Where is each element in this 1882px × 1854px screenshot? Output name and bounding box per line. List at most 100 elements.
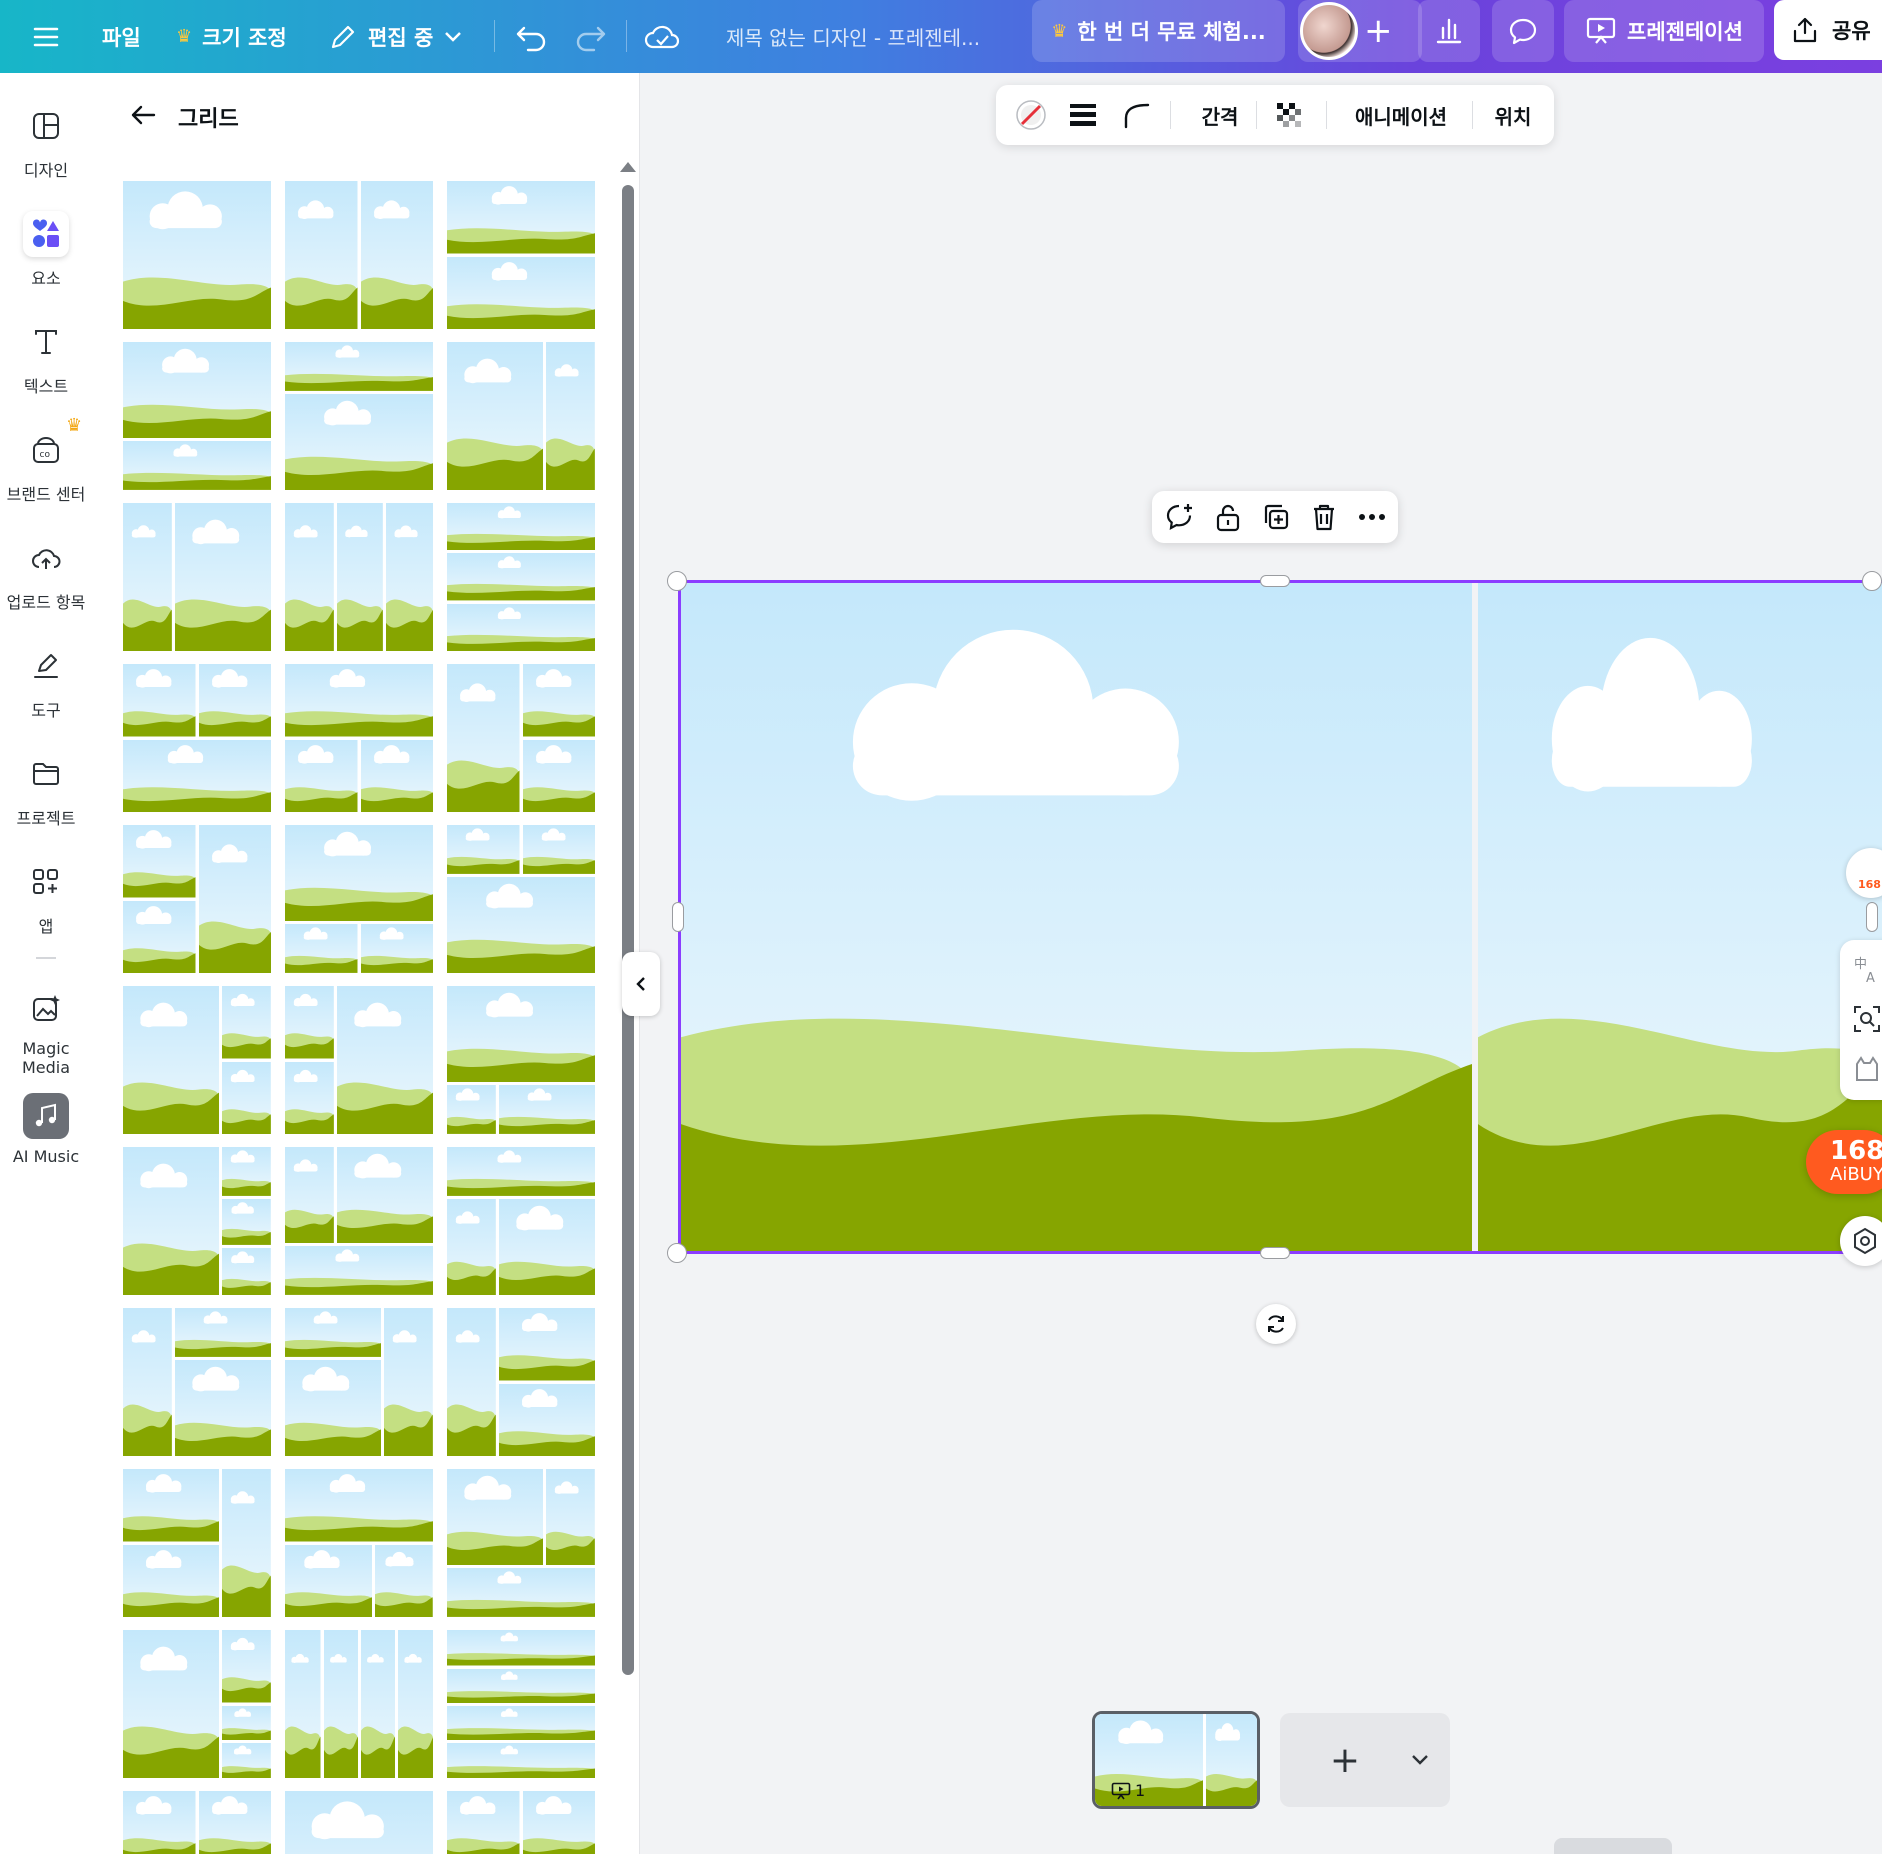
duplicate-button[interactable] [1252, 491, 1300, 543]
grid-cell-preview [123, 181, 271, 329]
rail-item-tools[interactable]: 도구 [0, 643, 92, 721]
arrow-left-icon[interactable] [128, 100, 158, 134]
add-comment-button[interactable] [1156, 491, 1204, 543]
resize-handle-bottom-left[interactable] [667, 1243, 687, 1263]
grid-template-thumbnail[interactable] [123, 1469, 271, 1617]
resize-button[interactable]: ♛ 크기 조정 [176, 0, 287, 73]
grid-template-thumbnail[interactable] [123, 1791, 271, 1854]
grid-template-thumbnail[interactable] [285, 986, 433, 1134]
cloud-save-status[interactable] [644, 0, 680, 73]
grid-template-thumbnail[interactable] [447, 1147, 595, 1295]
file-menu-button[interactable]: 파일 [102, 0, 141, 73]
animation-button[interactable]: 애니메이션 [1340, 85, 1462, 145]
resize-handle-top-right[interactable] [1862, 571, 1882, 591]
grid-template-thumbnail[interactable] [447, 1630, 595, 1778]
insights-button[interactable] [1418, 0, 1480, 62]
spacing-button[interactable]: 간격 [1182, 85, 1258, 145]
design-title[interactable]: 제목 없는 디자인 - 프레젠테... [726, 0, 980, 73]
rail-item-elements[interactable]: 요소 [0, 211, 92, 289]
more-options-button[interactable] [1348, 491, 1396, 543]
rotate-handle[interactable] [1256, 1304, 1296, 1344]
grid-template-thumbnail[interactable] [285, 1469, 433, 1617]
present-button[interactable]: 프레젠테이션 [1564, 0, 1764, 62]
translate-icon[interactable]: 中A [1852, 954, 1882, 984]
scroll-up-arrow[interactable] [620, 162, 636, 172]
animation-label: 애니메이션 [1355, 104, 1447, 129]
chevron-down-icon [1412, 1755, 1428, 1765]
grid-template-thumbnail[interactable] [447, 986, 595, 1134]
rail-item-text[interactable]: 텍스트 [0, 319, 92, 397]
panel-scrollbar[interactable] [622, 185, 634, 1675]
grid-template-thumbnail[interactable] [123, 1147, 271, 1295]
border-style-button[interactable] [1058, 85, 1108, 145]
grid-template-thumbnail[interactable] [447, 1791, 595, 1854]
grid-template-thumbnail[interactable] [123, 986, 271, 1134]
grid-template-thumbnail[interactable] [123, 664, 271, 812]
comments-button[interactable] [1492, 0, 1554, 62]
redo-button[interactable] [574, 0, 608, 73]
add-collaborator-button[interactable]: + [1364, 0, 1393, 67]
grid-template-thumbnail[interactable] [447, 1308, 595, 1456]
transparency-button[interactable] [1264, 85, 1314, 145]
grid-template-thumbnail[interactable] [123, 503, 271, 651]
rail-item-label: 앱 [38, 917, 54, 936]
avatar[interactable] [1300, 2, 1358, 60]
main-menu-button[interactable] [32, 0, 60, 73]
resize-handle-right[interactable] [1866, 902, 1878, 932]
position-button[interactable]: 위치 [1480, 85, 1546, 145]
grid-cell-left[interactable] [681, 583, 1472, 1251]
rail-item-projects[interactable]: 프로젝트 [0, 751, 92, 829]
extension-settings-button[interactable] [1840, 1216, 1882, 1266]
grid-template-thumbnail[interactable] [285, 1630, 433, 1778]
page-thumbnail[interactable]: 1 [1092, 1711, 1260, 1809]
grid-template-thumbnail[interactable] [123, 1308, 271, 1456]
add-page-button[interactable]: + [1320, 1735, 1370, 1785]
grid-template-thumbnail[interactable] [285, 1308, 433, 1456]
share-button[interactable]: 공유 [1774, 0, 1882, 60]
grid-template-thumbnail[interactable] [447, 181, 595, 329]
grid-template-thumbnail[interactable] [447, 503, 595, 651]
grid-template-thumbnail[interactable] [447, 1469, 595, 1617]
no-fill-color-icon [1016, 100, 1046, 130]
grid-template-thumbnail[interactable] [123, 1630, 271, 1778]
editing-mode-dropdown[interactable]: 편집 중 [328, 0, 463, 73]
grid-template-thumbnail[interactable] [285, 825, 433, 973]
grid-template-thumbnail[interactable] [447, 825, 595, 973]
free-trial-button[interactable]: ♛ 한 번 더 무료 체험... [1032, 0, 1285, 62]
delete-button[interactable] [1300, 491, 1348, 543]
resize-handle-top[interactable] [1260, 575, 1290, 587]
grid-template-thumbnail[interactable] [123, 825, 271, 973]
grid-template-thumbnail[interactable] [123, 342, 271, 490]
add-page-options-button[interactable] [1400, 1735, 1440, 1785]
grid-template-thumbnail[interactable] [447, 342, 595, 490]
resize-handle-left[interactable] [672, 902, 684, 932]
grid-template-thumbnail[interactable] [447, 664, 595, 812]
grid-template-thumbnail[interactable] [285, 503, 433, 651]
rotate-icon [1268, 1315, 1284, 1333]
lock-button[interactable] [1204, 491, 1252, 543]
resize-handle-bottom[interactable] [1260, 1247, 1290, 1259]
grid-template-thumbnail[interactable] [285, 664, 433, 812]
grid-cell-preview [447, 1705, 595, 1740]
rail-item-apps[interactable]: 앱 [0, 859, 92, 937]
grid-template-thumbnail[interactable] [285, 342, 433, 490]
bottom-bar-control[interactable] [1554, 1838, 1672, 1854]
cat-assistant-icon[interactable] [1852, 1054, 1882, 1084]
rail-item-uploads[interactable]: 업로드 항목 [0, 535, 92, 613]
grid-template-thumbnail[interactable] [285, 1147, 433, 1295]
fill-color-button[interactable] [1006, 85, 1056, 145]
design-canvas[interactable] [678, 580, 1882, 1254]
image-search-icon[interactable] [1852, 1004, 1882, 1034]
rail-item-magic-media[interactable]: Magic Media [0, 985, 92, 1077]
corner-rounding-button[interactable] [1112, 85, 1162, 145]
aibuy-1688-button[interactable]: 1688 AiBUY [1806, 1130, 1882, 1194]
rail-item-brand[interactable]: ♛ co 브랜드 센터 [0, 415, 92, 505]
rail-item-design[interactable]: 디자인 [0, 103, 92, 181]
rail-item-ai-music[interactable]: AI Music [0, 1093, 92, 1166]
grid-template-thumbnail[interactable] [285, 1791, 433, 1854]
resize-handle-top-left[interactable] [667, 571, 687, 591]
collapse-panel-button[interactable] [622, 952, 660, 1016]
undo-button[interactable] [514, 0, 548, 73]
grid-template-thumbnail[interactable] [123, 181, 271, 329]
grid-template-thumbnail[interactable] [285, 181, 433, 329]
